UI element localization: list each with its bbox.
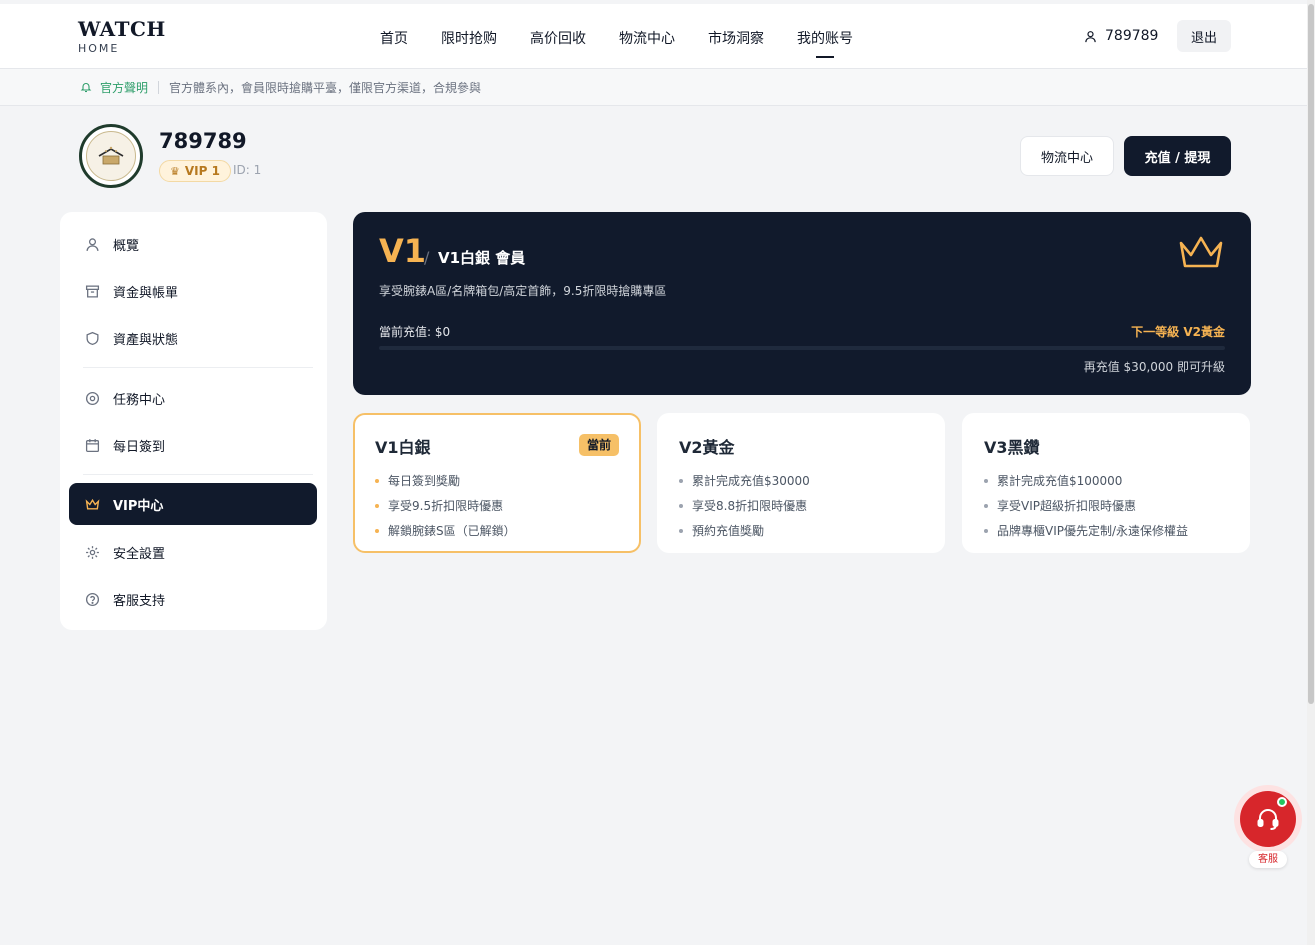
recharge-withdraw-button[interactable]: 充值 / 提現: [1124, 136, 1231, 176]
tier-benefits: 累計完成充值$30000 享受8.8折扣限時優惠 預約充值獎勵: [679, 468, 810, 543]
sidebar-item-label: 概覽: [113, 238, 140, 254]
support-label[interactable]: 客服: [1249, 851, 1287, 868]
sidebar-item-vip[interactable]: VIP中心: [69, 483, 317, 525]
tier-card-v3[interactable]: V3黑鑽 累計完成充值$100000 享受VIP超級折扣限時優惠 品牌專櫃VIP…: [962, 413, 1250, 553]
list-item: 預約充值獎勵: [679, 518, 810, 543]
nav-my-account[interactable]: 我的账号: [797, 28, 853, 58]
list-item: 享受VIP超級折扣限時優惠: [984, 493, 1188, 518]
profile-id: ID: 1: [233, 163, 262, 177]
current-tier-badge: 當前: [578, 434, 619, 456]
target-icon: [83, 389, 101, 407]
sidebar-item-label: 資金與帳單: [113, 285, 179, 301]
sidebar-item-overview[interactable]: 概覽: [69, 223, 317, 265]
avatar-image: [86, 131, 136, 181]
help-icon: [83, 590, 101, 608]
sidebar-item-label: 安全設置: [113, 546, 166, 562]
sidebar-item-label: 客服支持: [113, 593, 166, 609]
sidebar-item-label: 任務中心: [113, 392, 166, 408]
crown-icon: [1179, 236, 1223, 268]
sidebar-item-label: 資產與狀態: [113, 332, 179, 348]
vip-level-label: VIP 1: [184, 164, 220, 178]
sidebar-item-funds[interactable]: 資金與帳單: [69, 270, 317, 312]
sidebar-divider: [83, 474, 313, 475]
nav-logistics[interactable]: 物流中心: [619, 28, 675, 58]
calendar-icon: [83, 436, 101, 454]
sidebar-divider: [83, 367, 313, 368]
notice-divider: [158, 80, 160, 94]
archive-icon: [83, 282, 101, 300]
logo-sub: HOME: [78, 42, 120, 55]
logo[interactable]: WATCH HOME: [78, 18, 166, 55]
crown-icon: [83, 495, 101, 513]
shield-icon: [83, 329, 101, 347]
list-item: 享受9.5折扣限時優惠: [375, 493, 516, 518]
tier-benefits: 累計完成充值$100000 享受VIP超級折扣限時優惠 品牌專櫃VIP優先定制/…: [984, 468, 1188, 543]
nav-market[interactable]: 市场洞察: [708, 28, 764, 58]
vip-banner: V1 / V1白銀 會員 享受腕錶A區/名牌箱包/高定首飾，9.5折限時搶購專區…: [353, 212, 1251, 395]
online-status-dot: [1277, 797, 1287, 807]
nav-flash-sale[interactable]: 限时抢购: [441, 28, 497, 58]
scrollbar-thumb[interactable]: [1308, 4, 1314, 704]
headset-icon: [1257, 809, 1279, 830]
notice-text: 官方體系內，會員限時搶購平臺，僅限官方渠道，合規參與: [169, 80, 482, 95]
list-item: 享受8.8折扣限時優惠: [679, 493, 810, 518]
list-item: 品牌專櫃VIP優先定制/永遠保修權益: [984, 518, 1188, 543]
crown-icon: ♛: [170, 164, 180, 178]
list-item: 解鎖腕錶S區（已解鎖）: [375, 518, 516, 543]
profile-name: 789789: [159, 129, 247, 153]
next-level: 下一等級 V2黃金: [1131, 325, 1225, 339]
nav-recycle[interactable]: 高价回收: [530, 28, 586, 58]
main-nav: 首页 限时抢购 高价回收 物流中心 市场洞察 我的账号: [380, 28, 886, 58]
list-item: 每日簽到獎勵: [375, 468, 516, 493]
user-menu[interactable]: 789789: [1084, 28, 1158, 44]
logo-main: WATCH: [78, 17, 166, 41]
tier-name: V3黑鑽: [984, 438, 1040, 457]
sidebar-item-checkin[interactable]: 每日簽到: [69, 424, 317, 466]
nav-home[interactable]: 首页: [380, 28, 408, 58]
upgrade-progress-bar: [379, 346, 1225, 350]
user-icon: [83, 235, 101, 253]
vip-level-badge: ♛ VIP 1: [159, 160, 231, 182]
sidebar-item-label: 每日簽到: [113, 439, 166, 455]
tier-name: V2黃金: [679, 438, 735, 457]
sidebar-item-support[interactable]: 客服支持: [69, 578, 317, 620]
gear-icon: [83, 543, 101, 561]
user-icon: [1085, 30, 1096, 42]
tier-benefits: 每日簽到獎勵 享受9.5折扣限時優惠 解鎖腕錶S區（已解鎖）: [375, 468, 516, 543]
tier-name: V1白銀: [375, 438, 431, 457]
account-sidebar: 概覽 資金與帳單 資產與狀態 任務中心 每日簽到 VIP中心 安全設置 客服支持: [60, 212, 327, 630]
tier-card-v2[interactable]: V2黃金 累計完成充值$30000 享受8.8折扣限時優惠 預約充值獎勵: [657, 413, 945, 553]
list-item: 累計完成充值$30000: [679, 468, 810, 493]
notice-label: 官方聲明: [100, 80, 149, 95]
logistics-center-button[interactable]: 物流中心: [1020, 136, 1114, 176]
tier-card-v1[interactable]: V1白銀 當前 每日簽到獎勵 享受9.5折扣限時優惠 解鎖腕錶S區（已解鎖）: [353, 413, 641, 553]
vip-title: V1白銀 會員: [438, 249, 526, 267]
bell-icon: [80, 83, 92, 93]
sidebar-item-tasks[interactable]: 任務中心: [69, 377, 317, 419]
header-username: 789789: [1105, 28, 1159, 44]
avatar[interactable]: [79, 124, 143, 188]
banner-slash: /: [424, 248, 430, 267]
logout-button[interactable]: 退出: [1177, 20, 1231, 52]
upgrade-hint: 再充值 $30,000 即可升級: [1083, 360, 1225, 374]
house-logo-icon: [98, 146, 124, 165]
vip-description: 享受腕錶A區/名牌箱包/高定首飾，9.5折限時搶購專區: [379, 284, 667, 298]
vip-level: V1: [379, 232, 427, 270]
list-item: 累計完成充值$100000: [984, 468, 1188, 493]
notice-bar: 官方聲明 官方體系內，會員限時搶購平臺，僅限官方渠道，合規參與: [0, 69, 1307, 106]
current-recharge: 當前充值: $0: [379, 325, 451, 339]
support-button-inner: [1240, 791, 1296, 847]
sidebar-item-label: VIP中心: [113, 498, 164, 514]
site-header: WATCH HOME 首页 限时抢购 高价回收 物流中心 市场洞察 我的账号 7…: [0, 4, 1307, 69]
customer-support-button[interactable]: [1234, 785, 1302, 853]
sidebar-item-assets[interactable]: 資產與狀態: [69, 317, 317, 359]
sidebar-item-security[interactable]: 安全設置: [69, 531, 317, 573]
